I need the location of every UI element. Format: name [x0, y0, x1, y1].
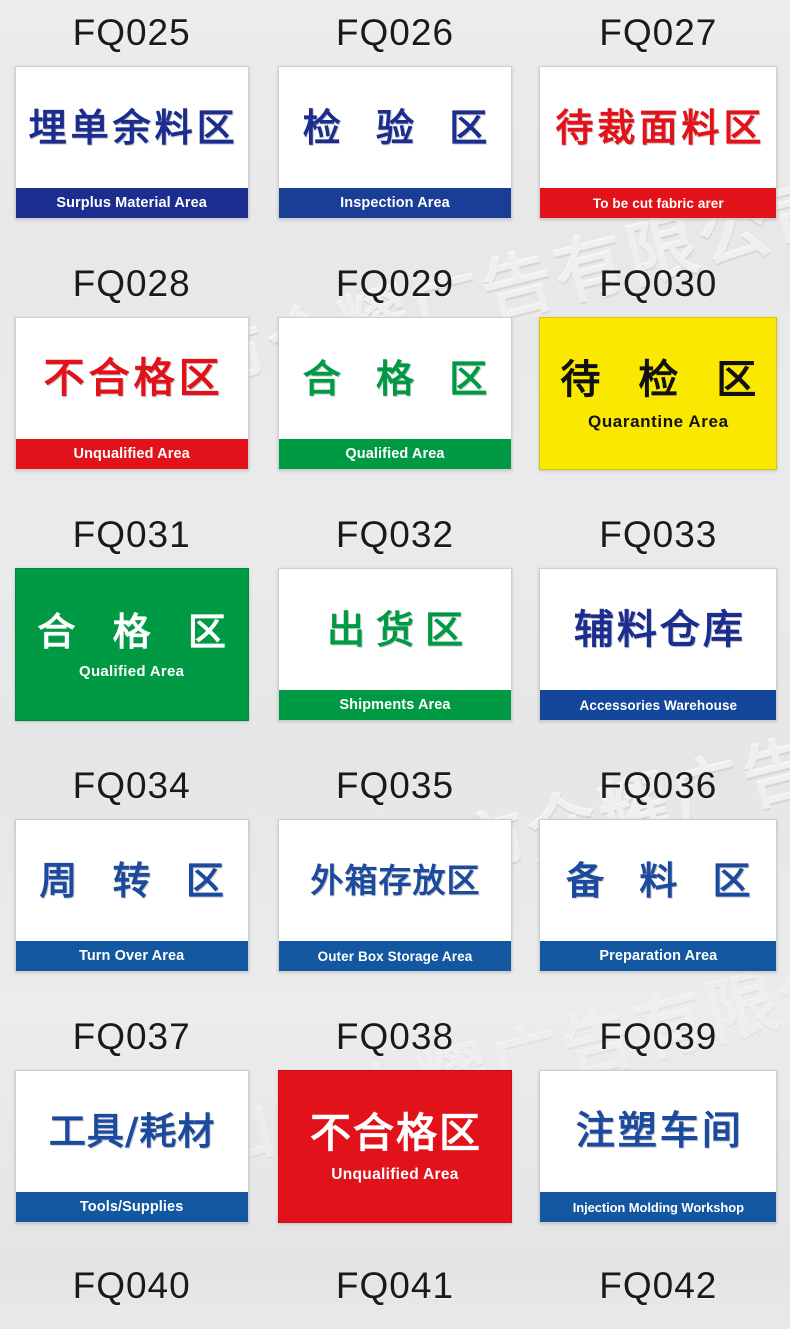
sign-cell-fq042[interactable]: FQ042: [527, 1255, 790, 1329]
sign-chinese-text: 辅料仓库: [573, 606, 746, 653]
sign-english-band: Tools/Supplies: [15, 1192, 248, 1222]
sign-code: FQ029: [335, 263, 455, 304]
sign-main-area: 检 验 区: [279, 67, 511, 188]
sign-cell-fq038[interactable]: FQ038 不合格区 Unqualified Area: [263, 1004, 526, 1255]
sign-main-area: 外箱存放区: [279, 820, 511, 941]
sign-main-area: 辅料仓库: [540, 569, 776, 690]
sign-code: FQ033: [599, 514, 718, 555]
sign-cell-fq035[interactable]: FQ035 外箱存放区 Outer Box Storage Area: [263, 753, 526, 1004]
sign-chinese-text: 不合格区: [309, 1109, 482, 1157]
sign-plate[interactable]: 外箱存放区 Outer Box Storage Area: [277, 819, 512, 972]
sign-english-band: Surplus Material Area: [15, 188, 248, 218]
sign-cell-fq028[interactable]: FQ028 不合格区 Unqualified Area: [0, 251, 263, 502]
sign-english-text: Quarantine Area: [588, 411, 729, 431]
sign-main-area: 待裁面料区: [540, 67, 776, 188]
sign-chinese-text: 合 格 区: [37, 610, 238, 654]
sign-cell-fq030[interactable]: FQ030 待 检 区 Quarantine Area: [527, 251, 790, 502]
sign-chinese-text: 备 料 区: [566, 858, 762, 903]
sign-code: FQ039: [599, 1016, 718, 1057]
sign-main-area: 工具/耗材: [16, 1071, 248, 1192]
sign-chinese-text: 埋单余料区: [28, 105, 239, 150]
sign-chinese-text: 不合格区: [43, 354, 224, 402]
sign-cell-fq039[interactable]: FQ039 注塑车间 Injection Molding Workshop: [527, 1004, 790, 1255]
sign-code: FQ037: [72, 1016, 191, 1057]
sign-plate[interactable]: 检 验 区 Inspection Area: [277, 66, 512, 219]
sign-cell-fq032[interactable]: FQ032 出货区 Shipments Area: [263, 502, 526, 753]
sign-chinese-text: 待 检 区: [560, 356, 769, 403]
sign-plate[interactable]: 工具/耗材 Tools/Supplies: [14, 1070, 249, 1223]
sign-cell-fq036[interactable]: FQ036 备 料 区 Preparation Area: [527, 753, 790, 1004]
sign-english-band: Preparation Area: [540, 941, 777, 971]
sign-plate[interactable]: 埋单余料区 Surplus Material Area: [14, 66, 249, 219]
sign-cell-fq041[interactable]: FQ041: [263, 1255, 526, 1329]
sign-plate[interactable]: 待 检 区 Quarantine Area: [539, 317, 778, 470]
sign-english-band: Accessories Warehouse: [540, 690, 777, 720]
sign-cell-fq037[interactable]: FQ037 工具/耗材 Tools/Supplies: [0, 1004, 263, 1255]
sign-catalog-page: 佛山市众耀广告有限公司 佛山市众耀广告有限公司 佛山市众耀广告有限公司 FQ02…: [0, 0, 790, 1329]
sign-code: FQ028: [72, 263, 191, 304]
sign-plate[interactable]: 出货区 Shipments Area: [277, 568, 512, 721]
sign-cell-fq029[interactable]: FQ029 合 格 区 Qualified Area: [263, 251, 526, 502]
sign-chinese-text: 周 转 区: [39, 858, 235, 903]
sign-english-text: Qualified Area: [78, 663, 185, 680]
sign-cell-fq027[interactable]: FQ027 待裁面料区 To be cut fabric arer: [527, 0, 790, 251]
sign-main-area: 注塑车间: [540, 1071, 776, 1192]
sign-code: FQ030: [599, 263, 718, 304]
sign-english-band: Injection Molding Workshop: [540, 1192, 777, 1222]
sign-plate[interactable]: 合 格 区 Qualified Area: [277, 317, 512, 470]
sign-chinese-text: 检 验 区: [302, 105, 499, 150]
sign-grid: FQ025 埋单余料区 Surplus Material Area FQ026 …: [0, 0, 790, 1329]
sign-code: FQ032: [335, 514, 455, 555]
sign-english-band: Inspection Area: [278, 188, 511, 218]
sign-main-area: 埋单余料区: [16, 67, 248, 188]
sign-chinese-text: 注塑车间: [575, 1109, 744, 1154]
sign-english-band: Unqualified Area: [15, 439, 248, 469]
sign-code: FQ041: [335, 1265, 455, 1306]
sign-cell-fq040[interactable]: FQ040: [0, 1255, 263, 1329]
sign-english-band: Turn Over Area: [15, 941, 248, 971]
sign-english-band: To be cut fabric arer: [540, 188, 777, 218]
sign-cell-fq026[interactable]: FQ026 检 验 区 Inspection Area: [263, 0, 526, 251]
sign-chinese-text: 工具/耗材: [48, 1110, 216, 1153]
sign-main-area: 合 格 区: [16, 583, 248, 651]
sign-main-area: 出货区: [279, 569, 511, 690]
sign-english-band: Qualified Area: [278, 439, 511, 469]
sign-main-area: 待 检 区: [540, 330, 776, 400]
sign-main-area: 不合格区: [16, 318, 248, 439]
sign-code: FQ034: [72, 765, 191, 806]
sign-english-band: Outer Box Storage Area: [278, 941, 511, 971]
sign-code: FQ025: [72, 12, 191, 53]
sign-plate[interactable]: 注塑车间 Injection Molding Workshop: [539, 1070, 778, 1223]
sign-english-band: Shipments Area: [278, 690, 511, 720]
sign-chinese-text: 合 格 区: [302, 356, 499, 401]
sign-code: FQ038: [335, 1016, 455, 1057]
sign-plate[interactable]: 辅料仓库 Accessories Warehouse: [539, 568, 778, 721]
sign-code: FQ026: [335, 12, 455, 53]
sign-code: FQ027: [599, 12, 718, 53]
sign-plate[interactable]: 不合格区 Unqualified Area: [277, 1070, 512, 1223]
sign-code: FQ042: [599, 1265, 718, 1306]
sign-chinese-text: 出货区: [326, 607, 474, 652]
sign-code: FQ031: [72, 514, 191, 555]
sign-cell-fq031[interactable]: FQ031 合 格 区 Qualified Area: [0, 502, 263, 753]
sign-cell-fq033[interactable]: FQ033 辅料仓库 Accessories Warehouse: [527, 502, 790, 753]
sign-cell-fq025[interactable]: FQ025 埋单余料区 Surplus Material Area: [0, 0, 263, 251]
sign-plate[interactable]: 不合格区 Unqualified Area: [14, 317, 249, 470]
sign-code: FQ036: [599, 765, 718, 806]
sign-chinese-text: 待裁面料区: [555, 105, 766, 150]
sign-plate[interactable]: 备 料 区 Preparation Area: [539, 819, 778, 972]
sign-plate[interactable]: 待裁面料区 To be cut fabric arer: [539, 66, 778, 219]
sign-plate[interactable]: 周 转 区 Turn Over Area: [14, 819, 249, 972]
sign-chinese-text: 外箱存放区: [310, 861, 481, 900]
sign-plate[interactable]: 合 格 区 Qualified Area: [14, 568, 249, 721]
sign-main-area: 合 格 区: [279, 318, 511, 439]
sign-main-area: 周 转 区: [16, 820, 248, 941]
sign-cell-fq034[interactable]: FQ034 周 转 区 Turn Over Area: [0, 753, 263, 1004]
sign-main-area: 不合格区: [279, 1083, 511, 1154]
sign-code: FQ040: [72, 1265, 191, 1306]
sign-main-area: 备 料 区: [540, 820, 776, 941]
sign-english-text: Unqualified Area: [331, 1166, 459, 1183]
sign-code: FQ035: [335, 765, 455, 806]
